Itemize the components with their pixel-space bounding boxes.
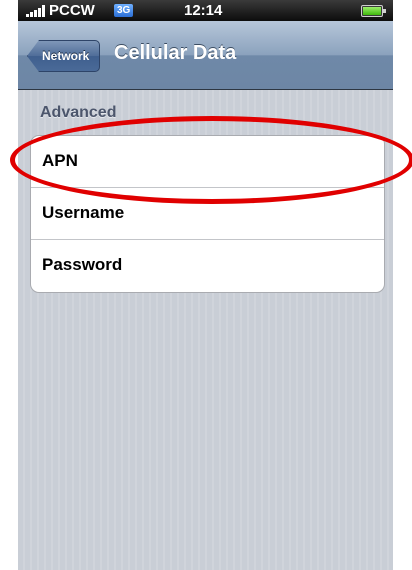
network-type-badge: 3G: [114, 4, 134, 17]
password-row[interactable]: Password: [31, 240, 384, 292]
settings-group: APN Username Password: [30, 135, 385, 293]
status-clock: 12:14: [184, 2, 223, 19]
navigation-bar: Network Cellular Data: [18, 21, 393, 90]
username-label: Username: [42, 203, 125, 222]
back-button-network[interactable]: Network: [27, 40, 101, 72]
apn-row[interactable]: APN: [31, 136, 384, 188]
signal-strength-icon: [26, 5, 46, 17]
carrier-name: PCCW: [49, 2, 95, 19]
apn-label: APN: [42, 151, 78, 170]
section-header-advanced: Advanced: [40, 104, 117, 121]
battery-icon: [361, 5, 386, 17]
password-label: Password: [42, 255, 123, 274]
status-bar: PCCW 3G 12:14: [18, 0, 393, 21]
username-row[interactable]: Username: [31, 188, 384, 240]
phone-screen: PCCW 3G 12:14 Network Cellular Data Adva…: [18, 0, 393, 570]
page-title: Cellular Data: [114, 42, 237, 64]
